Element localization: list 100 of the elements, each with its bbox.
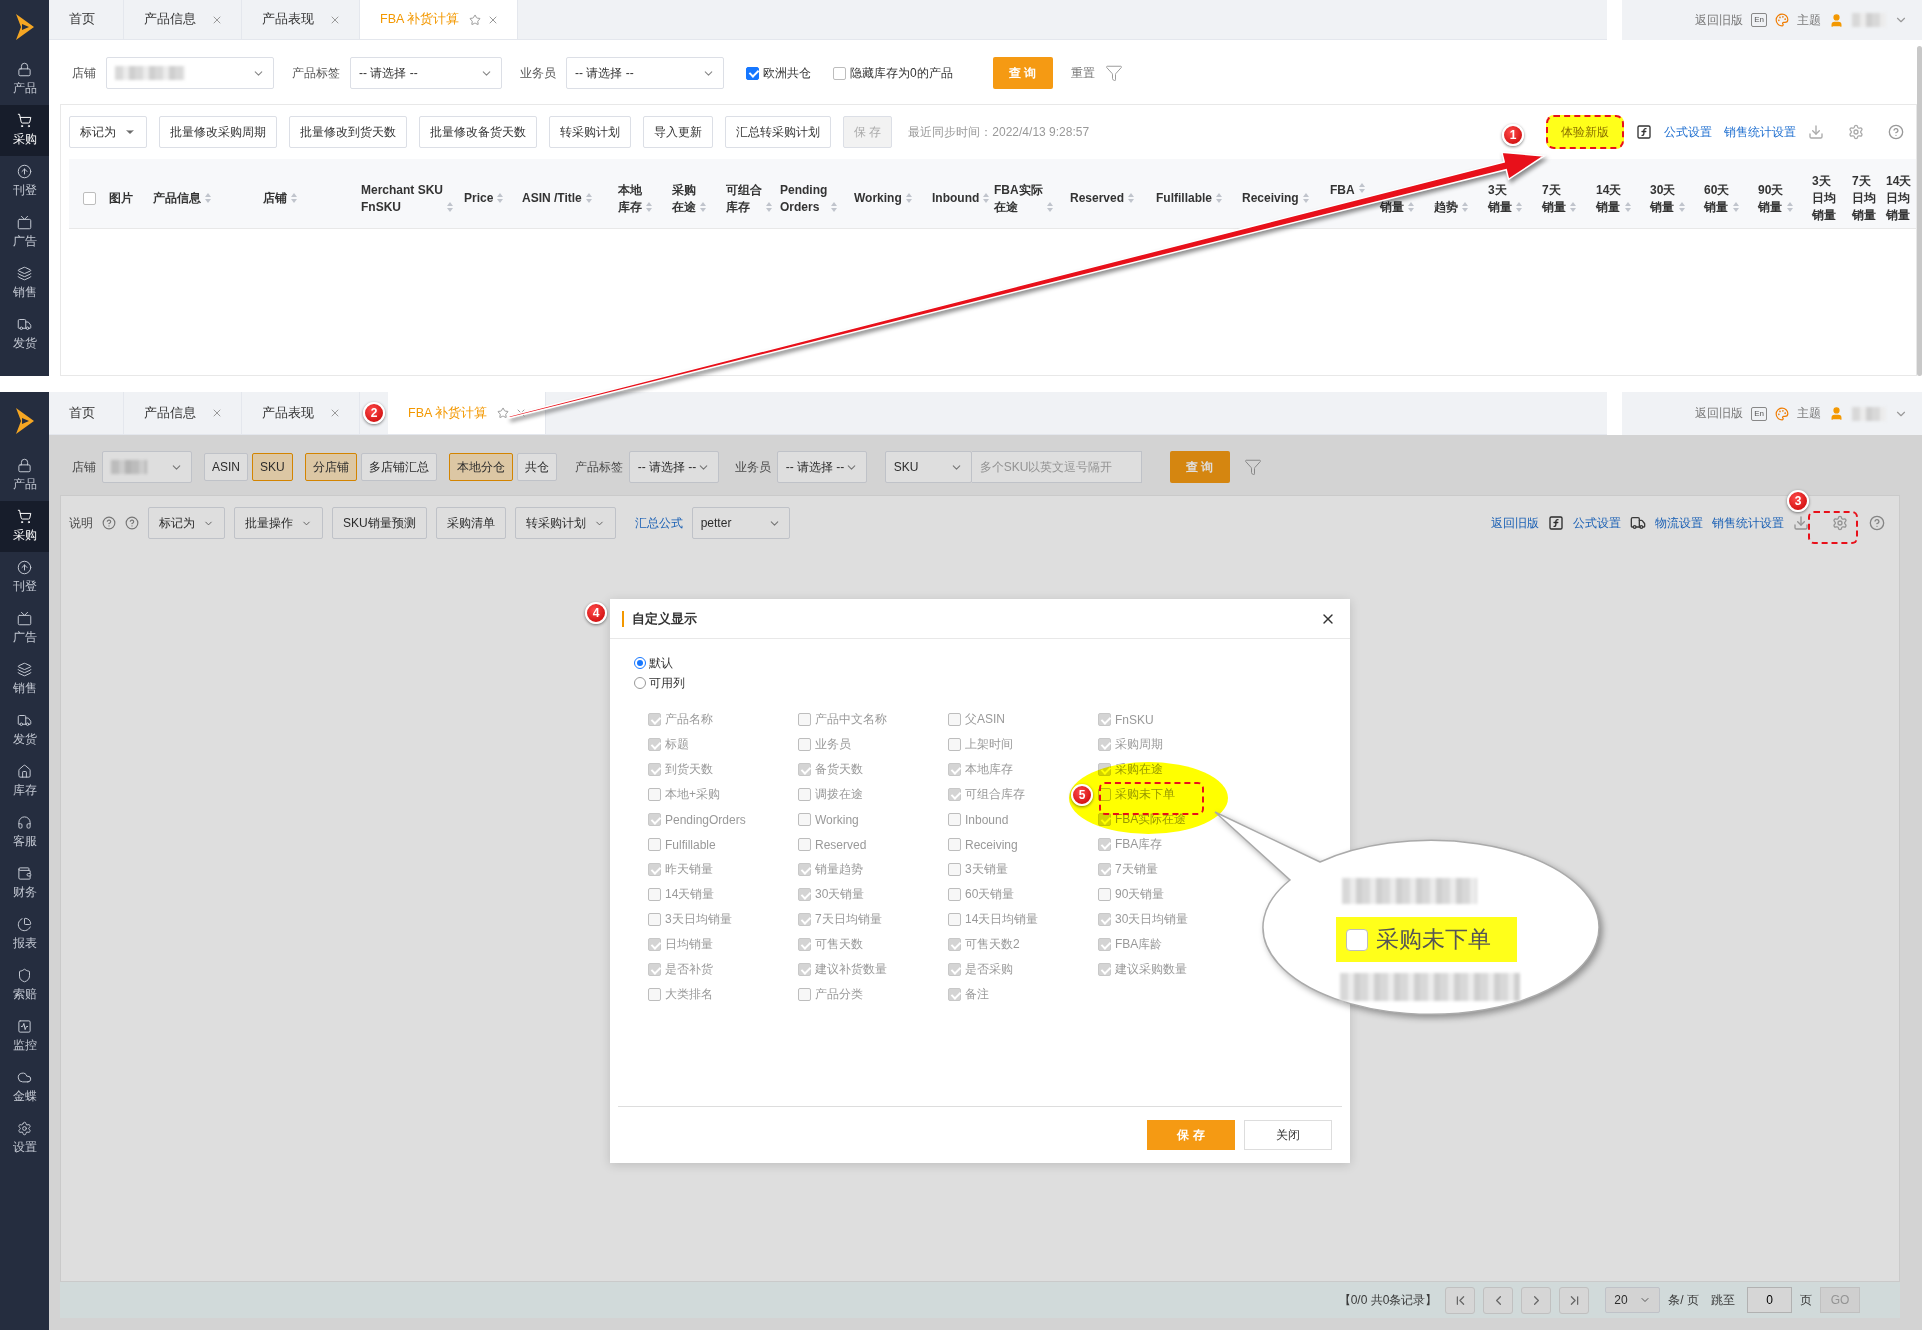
sort-icon[interactable] bbox=[584, 192, 593, 204]
link[interactable]: 公式设置 bbox=[1573, 514, 1621, 532]
sort-icon[interactable] bbox=[765, 200, 773, 213]
sku-search-field[interactable]: 多个SKU以英文逗号隔开 bbox=[971, 451, 1142, 483]
truck-icon[interactable] bbox=[1630, 515, 1646, 531]
select-field[interactable] bbox=[102, 451, 192, 483]
sidebar-item[interactable]: 客服 bbox=[0, 807, 49, 858]
previous-page-button[interactable] bbox=[1483, 1286, 1514, 1314]
next-page-button[interactable] bbox=[1521, 1286, 1552, 1314]
help-icon[interactable] bbox=[1888, 124, 1904, 140]
old-version-link[interactable]: 返回旧版 bbox=[1695, 405, 1744, 422]
filter-icon[interactable] bbox=[1243, 458, 1262, 476]
sidebar-item[interactable]: 销售 bbox=[0, 258, 49, 309]
sidebar-item[interactable]: 产品 bbox=[0, 450, 49, 501]
tab[interactable]: 首页 bbox=[49, 392, 124, 434]
theme-link[interactable]: 主题 bbox=[1797, 11, 1821, 29]
select-field[interactable]: -- 请选择 -- bbox=[350, 57, 502, 89]
download-icon[interactable] bbox=[1793, 515, 1809, 531]
sort-icon[interactable] bbox=[1127, 192, 1136, 204]
select-field[interactable]: petter bbox=[691, 507, 790, 539]
select-field[interactable]: -- 请选择 -- bbox=[776, 451, 867, 483]
sort-icon[interactable] bbox=[496, 192, 505, 204]
help-icon[interactable] bbox=[1869, 515, 1885, 531]
sidebar-item[interactable]: 发货 bbox=[0, 705, 49, 756]
sort-icon[interactable] bbox=[1569, 200, 1577, 213]
close-icon[interactable] bbox=[329, 407, 341, 419]
sort-icon[interactable] bbox=[699, 200, 707, 213]
toggle-button[interactable]: 分店铺 bbox=[304, 453, 357, 481]
sidebar-item[interactable]: 发货 bbox=[0, 309, 49, 360]
toolbar-button[interactable]: 批量修改备货天数 bbox=[419, 116, 537, 148]
filter-icon[interactable] bbox=[1104, 64, 1123, 82]
close-button[interactable]: 关闭 bbox=[1244, 1120, 1332, 1150]
sidebar-item[interactable]: 金蝶 bbox=[0, 1062, 49, 1113]
reset-link[interactable]: 重置 bbox=[1070, 64, 1095, 82]
link[interactable]: 销售统计设置 bbox=[1712, 514, 1784, 532]
settings-icon[interactable] bbox=[1832, 515, 1848, 531]
formula-link[interactable]: 汇总公式 bbox=[634, 514, 683, 532]
theme-link[interactable]: 主题 bbox=[1797, 405, 1821, 422]
toggle-button[interactable]: 多店铺汇总 bbox=[360, 453, 437, 481]
toggle-button[interactable]: SKU bbox=[252, 453, 293, 481]
help-icon[interactable] bbox=[102, 516, 116, 530]
toolbar-button[interactable]: 批量修改采购周期 bbox=[159, 116, 277, 148]
download-icon[interactable] bbox=[1808, 124, 1824, 140]
old-version-link[interactable]: 返回旧版 bbox=[1695, 11, 1744, 29]
checkbox[interactable] bbox=[833, 66, 846, 80]
palette-icon[interactable] bbox=[1775, 406, 1789, 421]
tab[interactable]: 产品表现 bbox=[242, 392, 360, 434]
sidebar-item[interactable]: 采购 bbox=[0, 105, 49, 156]
link[interactable]: 物流设置 bbox=[1655, 514, 1703, 532]
link[interactable]: 返回旧版 bbox=[1491, 514, 1539, 532]
language-button[interactable]: En bbox=[1751, 13, 1767, 27]
sort-icon[interactable] bbox=[1624, 200, 1633, 213]
sort-icon[interactable] bbox=[1461, 200, 1469, 213]
sort-icon[interactable] bbox=[830, 200, 839, 213]
sidebar-item[interactable]: 产品 bbox=[0, 54, 49, 105]
sidebar-item[interactable]: 财务 bbox=[0, 858, 49, 909]
sort-icon[interactable] bbox=[982, 192, 991, 204]
toolbar-button[interactable]: SKU销量预测 bbox=[332, 507, 427, 539]
sort-icon[interactable] bbox=[1407, 200, 1415, 213]
star-icon[interactable] bbox=[497, 407, 510, 419]
settings-icon[interactable] bbox=[1848, 124, 1864, 140]
toolbar-button[interactable]: 采购清单 bbox=[435, 507, 506, 539]
function-icon[interactable] bbox=[1636, 124, 1652, 140]
sidebar-item[interactable]: 销售 bbox=[0, 654, 49, 705]
toolbar-button[interactable]: 转采购计划 bbox=[514, 507, 616, 539]
link[interactable]: 公式设置 bbox=[1664, 123, 1712, 141]
sidebar-item[interactable]: 报表 bbox=[0, 909, 49, 960]
sort-icon[interactable] bbox=[446, 200, 454, 213]
function-icon[interactable] bbox=[1548, 515, 1564, 531]
first-page-button[interactable] bbox=[1445, 1286, 1476, 1314]
scrollbar[interactable] bbox=[1917, 46, 1922, 376]
sort-icon[interactable] bbox=[204, 192, 212, 204]
sort-icon[interactable] bbox=[904, 192, 913, 204]
select-field[interactable]: -- 请选择 -- bbox=[566, 57, 724, 89]
sidebar-item[interactable]: 设置 bbox=[0, 1113, 49, 1164]
user-icon[interactable] bbox=[1829, 406, 1844, 421]
sort-icon[interactable] bbox=[1732, 200, 1741, 213]
toolbar-button[interactable]: 导入更新 bbox=[643, 116, 713, 148]
sidebar-item[interactable]: 广告 bbox=[0, 207, 49, 258]
sort-icon[interactable] bbox=[1357, 181, 1366, 194]
last-page-button[interactable] bbox=[1559, 1286, 1590, 1314]
select-field[interactable]: -- 请选择 -- bbox=[628, 451, 719, 483]
language-button[interactable]: En bbox=[1751, 406, 1767, 421]
user-icon[interactable] bbox=[1829, 12, 1844, 28]
tab[interactable]: 产品信息 bbox=[124, 392, 242, 434]
toolbar-button[interactable]: 标记为 bbox=[69, 116, 147, 148]
toggle-button[interactable]: 共仓 bbox=[516, 453, 557, 481]
sidebar-item[interactable]: 刊登 bbox=[0, 156, 49, 207]
palette-icon[interactable] bbox=[1775, 13, 1789, 27]
link[interactable]: 销售统计设置 bbox=[1724, 123, 1796, 141]
tab[interactable]: 产品信息 bbox=[124, 0, 242, 39]
checkbox[interactable] bbox=[746, 66, 759, 80]
page-input[interactable]: 0 bbox=[1747, 1287, 1792, 1313]
toolbar-button[interactable]: 批量操作 bbox=[234, 507, 323, 539]
toolbar-button[interactable]: 汇总转采购计划 bbox=[725, 116, 831, 148]
sort-icon[interactable] bbox=[1301, 192, 1310, 204]
sort-icon[interactable] bbox=[645, 200, 653, 213]
toolbar-button[interactable]: 标记为 bbox=[148, 507, 225, 539]
star-icon[interactable] bbox=[469, 13, 482, 26]
help-icon[interactable] bbox=[125, 516, 139, 530]
